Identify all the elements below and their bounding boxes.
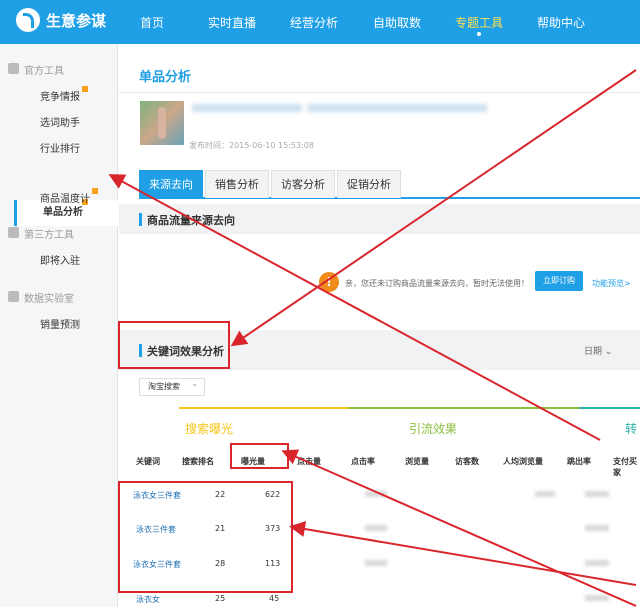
arrow-to-keyword-title [230,69,637,347]
arrow-to-keyword-rows [289,521,637,586]
annotation-arrows [108,69,637,607]
arrow-to-exposure-header [281,449,637,607]
arrow-to-single-product [108,174,601,441]
